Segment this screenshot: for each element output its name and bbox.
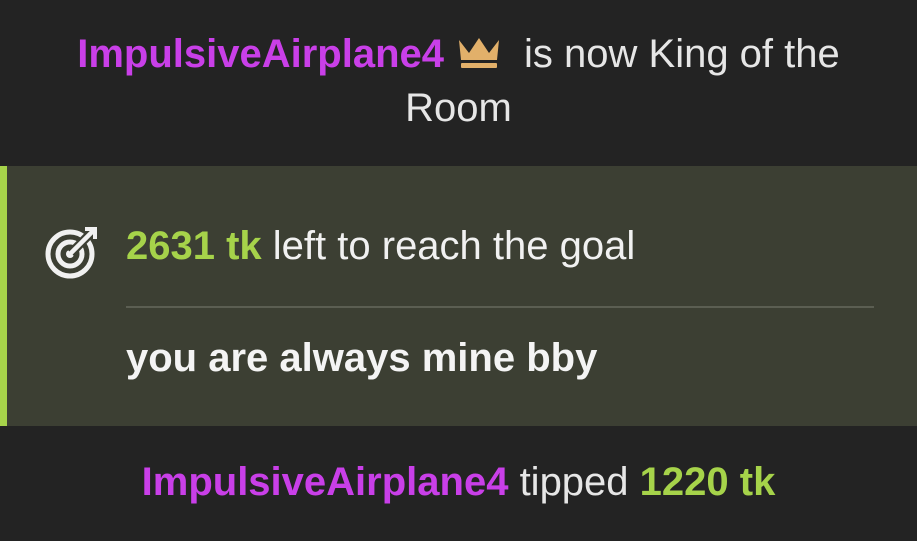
goal-message: you are always mine bby [126,336,598,380]
goal-divider [126,306,874,308]
goal-accent-bar [0,166,7,426]
crown-icon [456,30,502,68]
king-notice-line2: Room [405,86,512,130]
tip-username[interactable]: ImpulsiveAirplane4 [142,460,509,504]
king-notice: ImpulsiveAirplane4 is now King of the Ro… [0,0,917,166]
tip-amount: 1220 tk [639,460,776,504]
goal-status-text: left to reach the goal [272,224,636,268]
goal-status: 2631 tk left to reach the goal [126,218,635,274]
tip-notice-line: ImpulsiveAirplane4 tipped 1220 tk [0,454,917,510]
goal-card: 2631 tk left to reach the goal you are a… [0,166,917,426]
tip-notice: ImpulsiveAirplane4 tipped 1220 tk [0,426,917,541]
goal-amount: 2631 tk [126,224,262,268]
king-notice-line1: ImpulsiveAirplane4 is now King of the [0,28,917,80]
target-icon [44,222,102,280]
king-notice-text: is now King of the [524,32,840,76]
king-username[interactable]: ImpulsiveAirplane4 [77,32,444,76]
tip-verb: tipped [519,460,629,504]
